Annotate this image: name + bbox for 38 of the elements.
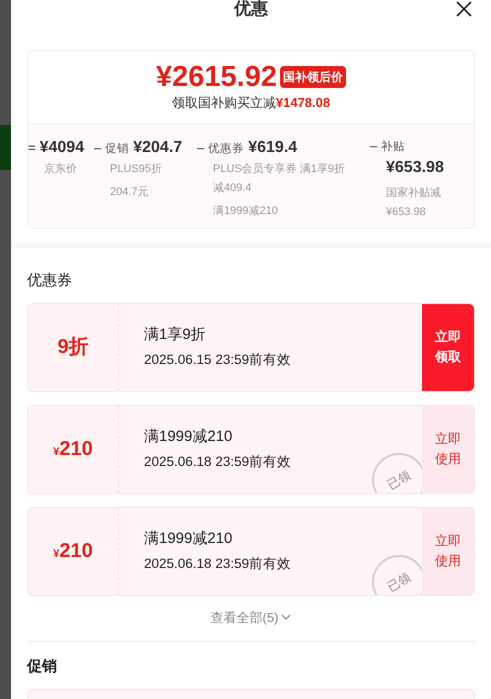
final-price: ¥2615.92 bbox=[156, 61, 277, 93]
dialog-title: 优惠 bbox=[234, 0, 268, 20]
breakdown-value: ¥619.4 bbox=[248, 138, 298, 158]
breakdown-value: ¥4094 bbox=[40, 138, 84, 158]
breakdown-label: 补贴 bbox=[381, 139, 406, 155]
close-icon[interactable] bbox=[455, 0, 473, 18]
coupon-title: 满1999减210 bbox=[144, 426, 234, 447]
operator-sign: – bbox=[370, 137, 378, 155]
chevron-down-icon bbox=[281, 614, 292, 620]
coupon-value: ¥210 bbox=[53, 439, 93, 459]
breakdown-note: 国家补贴减¥653.98 bbox=[386, 186, 442, 220]
breakdown-label: 促销 bbox=[105, 142, 130, 157]
coupon-value: 9折 bbox=[57, 337, 89, 357]
breakdown-note: 满1999减210 bbox=[213, 204, 279, 219]
operator-sign: – bbox=[94, 139, 102, 157]
operator-sign: – bbox=[197, 139, 204, 157]
breakdown-note: 京东价 bbox=[44, 162, 78, 177]
breakdown-value: ¥204.7 bbox=[133, 138, 182, 158]
breakdown-value: ¥653.98 bbox=[386, 158, 445, 178]
section-heading: 促销 bbox=[27, 657, 58, 677]
saving-text: 领取国补购买立减¥1478.08 bbox=[172, 94, 330, 112]
coupon-action-button[interactable]: 立即使用 bbox=[422, 508, 474, 594]
breakdown-note: 204.7元 bbox=[110, 185, 150, 200]
coupon-validity: 2025.06.18 23:59前有效 bbox=[144, 555, 292, 574]
coupon-validity: 2025.06.18 23:59前有效 bbox=[144, 453, 292, 472]
breakdown-note: PLUS95折 bbox=[110, 162, 163, 177]
coupon-action-button[interactable]: 立即领取 bbox=[422, 304, 474, 390]
view-all-link[interactable]: 查看全部(5) bbox=[210, 608, 292, 627]
breakdown-label: 优惠券 bbox=[208, 142, 244, 157]
section-heading: 优惠券 bbox=[27, 271, 73, 291]
coupon-title: 满1享9折 bbox=[144, 324, 207, 345]
coupon-title: 满1999减210 bbox=[144, 528, 234, 549]
operator-sign: = bbox=[28, 139, 36, 157]
coupon-action-button[interactable]: 立即使用 bbox=[422, 406, 474, 492]
price-badge: 国补领后价 bbox=[280, 66, 346, 88]
coupon-value: ¥210 bbox=[53, 541, 93, 561]
breakdown-note: PLUS会员专享券 满1享9折减409.4 bbox=[213, 162, 346, 196]
coupon-validity: 2025.06.15 23:59前有效 bbox=[144, 351, 292, 370]
